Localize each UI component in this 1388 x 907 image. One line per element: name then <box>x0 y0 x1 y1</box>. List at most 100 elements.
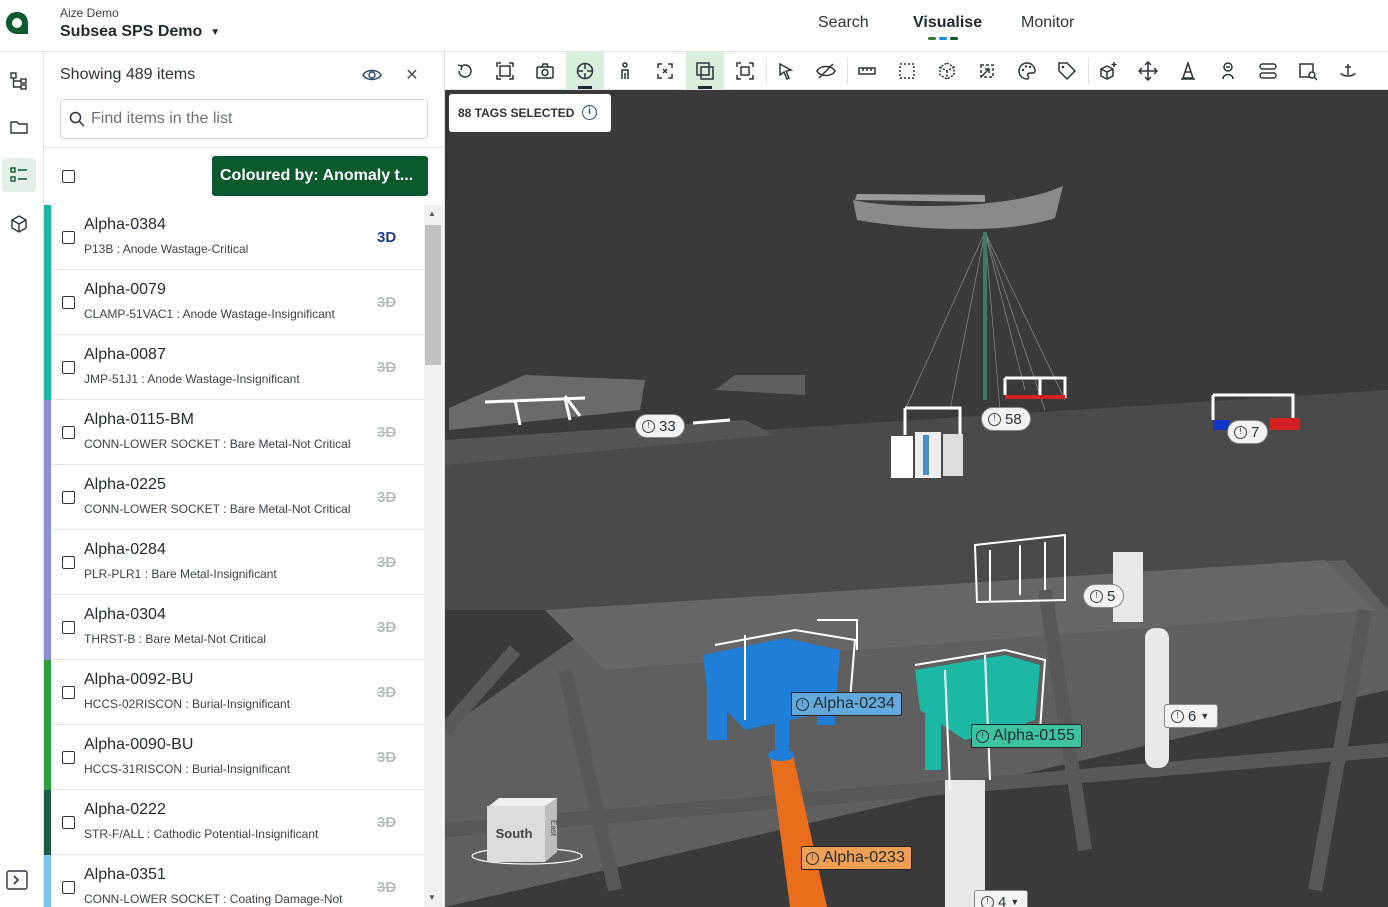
view-3d-button[interactable]: 3D <box>377 489 396 506</box>
eye-icon[interactable] <box>362 66 382 84</box>
clip-icon[interactable] <box>968 52 1006 89</box>
view-3d-button[interactable]: 3D <box>377 814 396 831</box>
search-input[interactable] <box>91 100 421 138</box>
view-3d-button[interactable]: 3D <box>377 619 396 636</box>
cone-icon[interactable] <box>1169 52 1207 89</box>
item-checkbox[interactable] <box>62 231 75 244</box>
hierarchy-icon[interactable] <box>2 64 36 98</box>
list-item[interactable]: Alpha-0115-BM CONN-LOWER SOCKET : Bare M… <box>44 400 424 465</box>
nav-visualise[interactable]: Visualise <box>913 14 982 32</box>
selection-badge: 88 TAGS SELECTED i <box>449 94 611 132</box>
view-3d-button[interactable]: 3D <box>377 294 396 311</box>
item-checkbox[interactable] <box>62 816 75 829</box>
list-item[interactable]: Alpha-0225 CONN-LOWER SOCKET : Bare Meta… <box>44 465 424 530</box>
item-detail: CLAMP-51VAC1 : Anode Wastage-Insignifica… <box>84 307 335 321</box>
cube-icon[interactable] <box>2 207 36 241</box>
cluster-count: 4 <box>998 893 1007 907</box>
tag-name: Alpha-0234 <box>813 695 895 712</box>
select-box-icon[interactable] <box>726 52 764 89</box>
area-select-icon[interactable] <box>888 52 926 89</box>
status-color-bar <box>44 335 51 400</box>
item-checkbox[interactable] <box>62 491 75 504</box>
scroll-down-icon[interactable]: ▼ <box>428 893 436 902</box>
nav-search[interactable]: Search <box>818 14 869 32</box>
view-3d-button[interactable]: 3D <box>377 424 396 441</box>
view-3d-button[interactable]: 3D <box>377 359 396 376</box>
cluster-marker[interactable]: ! 33 <box>635 414 685 438</box>
palette-icon[interactable] <box>1008 52 1046 89</box>
pointer-icon[interactable] <box>767 52 805 89</box>
cluster-marker[interactable]: ! 58 <box>981 407 1031 431</box>
select-all-checkbox[interactable] <box>62 170 75 183</box>
colour-by-button[interactable]: Coloured by: Anomaly t... <box>212 156 428 196</box>
tag-label[interactable]: ! Alpha-0155 <box>971 724 1082 748</box>
item-checkbox[interactable] <box>62 881 75 894</box>
status-color-bar <box>44 270 51 335</box>
org-name: Aize Demo <box>60 6 119 20</box>
list-item[interactable]: Alpha-0384 P13B : Anode Wastage-Critical… <box>44 205 424 270</box>
hide-icon[interactable] <box>807 52 845 89</box>
aize-logo-icon[interactable] <box>4 10 30 36</box>
target-icon[interactable] <box>566 52 604 89</box>
focus-icon[interactable] <box>646 52 684 89</box>
view-3d-button[interactable]: 3D <box>377 749 396 766</box>
list-item[interactable]: Alpha-0222 STR-F/ALL : Cathodic Potentia… <box>44 790 424 855</box>
nav-cube[interactable]: South East <box>487 796 557 862</box>
tag-label[interactable]: ! Alpha-0234 <box>791 692 902 716</box>
layers-icon[interactable] <box>686 52 724 89</box>
list-item[interactable]: Alpha-0090-BU HCCS-31RISCON : Burial-Ins… <box>44 725 424 790</box>
list-scrollbar[interactable]: ▲ ▼ <box>424 205 443 907</box>
tag-label[interactable]: ! Alpha-0233 <box>801 846 912 870</box>
list-item[interactable]: Alpha-0087 JMP-51J1 : Anode Wastage-Insi… <box>44 335 424 400</box>
project-selector[interactable]: Subsea SPS Demo ▼ <box>60 23 220 41</box>
left-rail <box>0 52 44 907</box>
inspect-icon[interactable] <box>1289 52 1327 89</box>
rotate-icon[interactable] <box>446 52 484 89</box>
close-icon[interactable]: ✕ <box>404 65 420 84</box>
nav-monitor[interactable]: Monitor <box>1021 14 1074 32</box>
item-checkbox[interactable] <box>62 361 75 374</box>
list-item[interactable]: Alpha-0304 THRST-B : Bare Metal-Not Crit… <box>44 595 424 660</box>
alert-icon: ! <box>981 895 994 907</box>
item-checkbox[interactable] <box>62 556 75 569</box>
panel-title: Showing 489 items <box>60 66 196 83</box>
item-checkbox[interactable] <box>62 621 75 634</box>
item-checkbox[interactable] <box>62 296 75 309</box>
cluster-marker[interactable]: ! 6 ▼ <box>1164 704 1219 728</box>
list-item[interactable]: Alpha-0351 CONN-LOWER SOCKET : Coating D… <box>44 855 424 907</box>
list-icon[interactable] <box>2 158 36 192</box>
route-icon[interactable] <box>1249 52 1287 89</box>
scrollbar-thumb[interactable] <box>425 225 441 365</box>
3d-scene[interactable] <box>445 90 1388 907</box>
scroll-up-icon[interactable]: ▲ <box>428 209 436 218</box>
folder-icon[interactable] <box>2 110 36 144</box>
tag-icon[interactable] <box>1048 52 1086 89</box>
person-icon[interactable] <box>606 52 644 89</box>
cube-wire-icon[interactable] <box>928 52 966 89</box>
add-cube-icon[interactable] <box>1089 52 1127 89</box>
expand-panel-icon[interactable] <box>6 870 28 890</box>
move-icon[interactable] <box>1129 52 1167 89</box>
status-color-bar <box>44 660 51 725</box>
view-3d-button[interactable]: 3D <box>377 684 396 701</box>
cluster-marker[interactable]: ! 4 ▼ <box>974 890 1029 907</box>
list-item[interactable]: Alpha-0092-BU HCCS-02RISCON : Burial-Ins… <box>44 660 424 725</box>
3d-viewport[interactable]: 88 TAGS SELECTED i ! 33 ! 58 ! 7 ! 5 ! 6 ▼ ! 4 ▼… <box>445 90 1388 907</box>
diver-icon[interactable] <box>1209 52 1247 89</box>
alert-icon: ! <box>642 419 655 433</box>
list-item[interactable]: Alpha-0284 PLR-PLR1 : Bare Metal-Insigni… <box>44 530 424 595</box>
view-3d-button[interactable]: 3D <box>377 879 396 896</box>
camera-icon[interactable] <box>526 52 564 89</box>
ruler-icon[interactable] <box>848 52 886 89</box>
fit-view-icon[interactable] <box>486 52 524 89</box>
item-checkbox[interactable] <box>62 426 75 439</box>
list-item[interactable]: Alpha-0079 CLAMP-51VAC1 : Anode Wastage-… <box>44 270 424 335</box>
view-3d-button[interactable]: 3D <box>377 554 396 571</box>
anchor-icon[interactable] <box>1329 52 1367 89</box>
item-checkbox[interactable] <box>62 751 75 764</box>
cluster-marker[interactable]: ! 7 <box>1227 420 1269 444</box>
item-checkbox[interactable] <box>62 686 75 699</box>
cluster-marker[interactable]: ! 5 <box>1083 584 1125 608</box>
info-icon[interactable]: i <box>582 105 597 120</box>
view-3d-button[interactable]: 3D <box>377 229 396 246</box>
